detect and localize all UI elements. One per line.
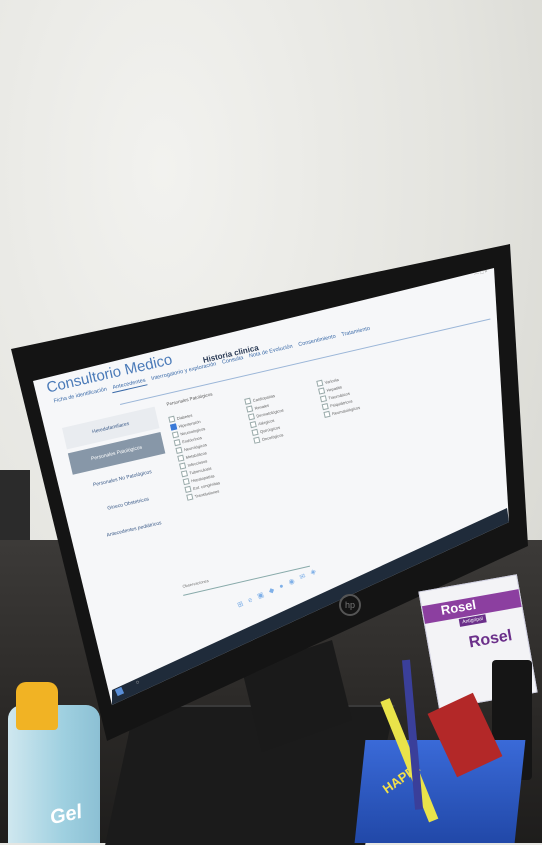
checkbox[interactable] xyxy=(253,436,261,444)
checkbox[interactable] xyxy=(323,410,331,419)
hp-logo: hp xyxy=(339,594,361,616)
gel-bottle-cap xyxy=(16,682,58,730)
rosel-brand-main: Rosel xyxy=(467,627,514,652)
checkbox[interactable] xyxy=(186,493,194,501)
